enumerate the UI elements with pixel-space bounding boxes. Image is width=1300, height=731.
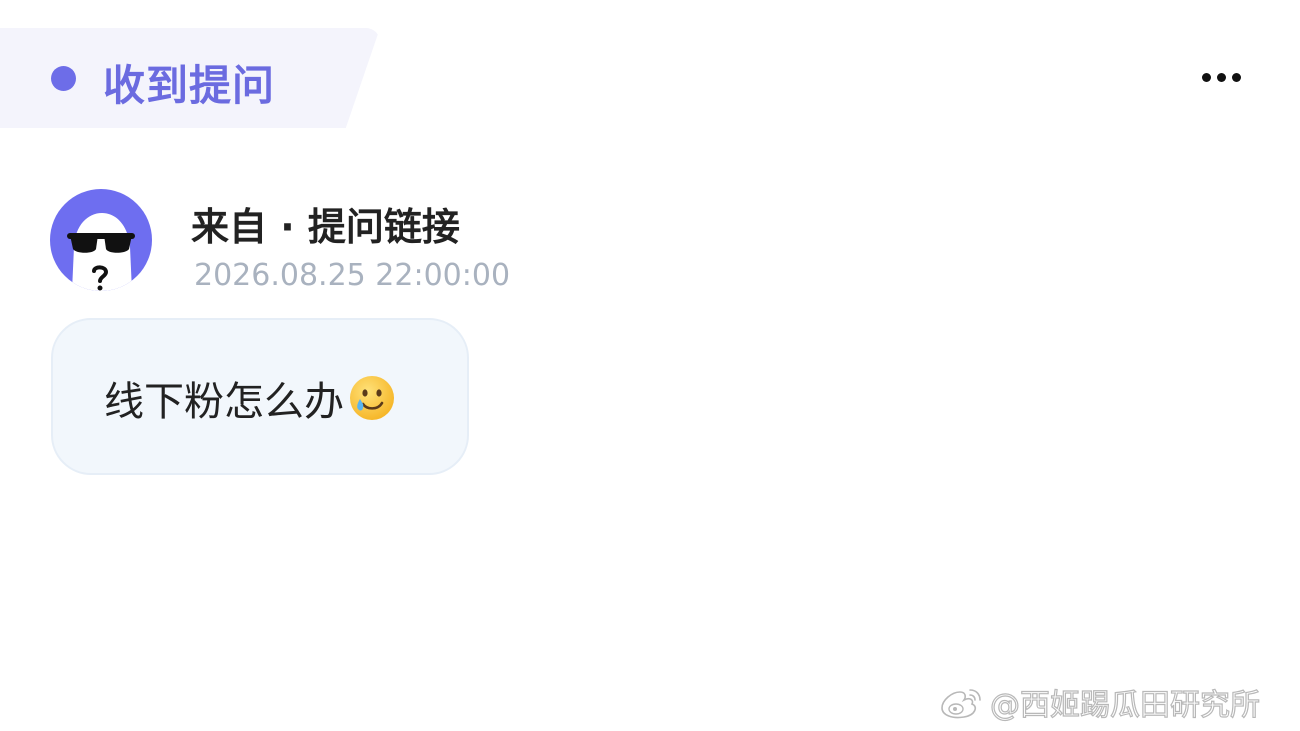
- sunglasses-ghost-avatar: [67, 213, 135, 291]
- more-options-button[interactable]: [1192, 60, 1250, 94]
- tag-dot-icon: [51, 66, 76, 91]
- watermark-text: @西姬踢瓜田研究所: [989, 687, 1260, 723]
- more-dot: [1231, 72, 1241, 82]
- more-horizontal-icon: [1201, 72, 1211, 82]
- smiling-face-with-tear-icon: [350, 376, 394, 420]
- weibo-logo-icon: [941, 689, 981, 719]
- question-text: 线下粉怎么办: [104, 379, 344, 425]
- watermark: @西姬踢瓜田研究所: [936, 682, 1261, 724]
- more-dot: [1216, 72, 1226, 82]
- question-bubble: 线下粉怎么办: [51, 318, 469, 475]
- tag-label: 收到提问: [103, 61, 276, 110]
- question-source: 来自 · 提问链接: [191, 205, 460, 249]
- question-content: 线下粉怎么办: [104, 369, 396, 427]
- question-timestamp: 2026.08.25 22:00:00: [194, 258, 511, 293]
- avatar[interactable]: [50, 189, 152, 291]
